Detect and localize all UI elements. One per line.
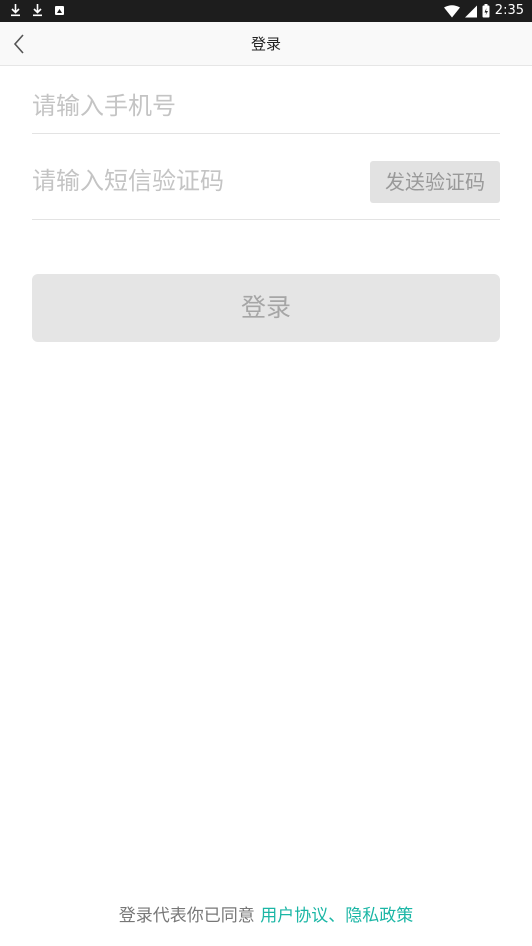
- phone-input[interactable]: [32, 86, 352, 126]
- wifi-icon: [443, 4, 460, 17]
- agreement-prefix: 登录代表你已同意: [118, 906, 261, 926]
- app-bar: 登录: [0, 22, 532, 66]
- download-icon: [33, 4, 42, 17]
- agreement-text: 登录代表你已同意 用户协议、隐私政策: [0, 904, 532, 928]
- phone-field-row: [32, 84, 500, 134]
- sms-code-input[interactable]: [32, 161, 352, 201]
- status-time: 2:35: [494, 3, 524, 18]
- battery-icon: [482, 4, 490, 18]
- status-notifications: [10, 3, 65, 17]
- status-system: 2:35: [443, 2, 524, 20]
- send-code-button[interactable]: 发送验证码: [370, 161, 500, 203]
- notification-icon: [55, 6, 64, 15]
- agreement-separator: 、: [328, 906, 346, 926]
- user-agreement-link[interactable]: 用户协议: [260, 906, 328, 926]
- download-icon: [11, 4, 20, 17]
- status-bar: 2:35: [0, 0, 532, 22]
- login-button[interactable]: 登录: [32, 274, 500, 342]
- signal-icon: [464, 5, 477, 17]
- privacy-policy-link[interactable]: 隐私政策: [345, 906, 413, 926]
- page-title: 登录: [250, 35, 281, 53]
- code-field-row: 发送验证码: [32, 156, 500, 220]
